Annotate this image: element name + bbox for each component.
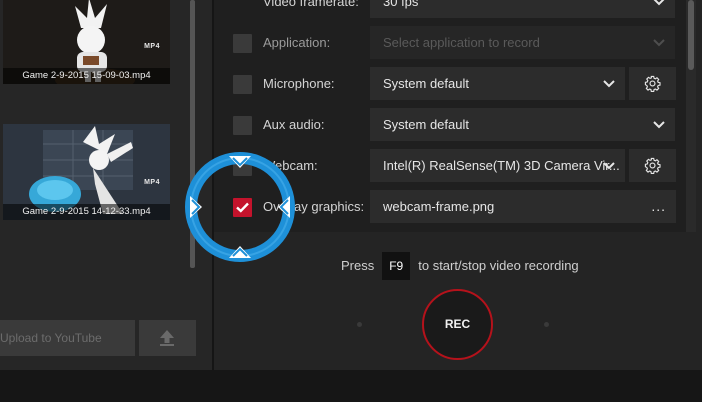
chevron-down-icon — [603, 162, 615, 170]
scrollbar-thumb[interactable] — [688, 0, 694, 70]
video-thumbnail-2[interactable]: MP4 Game 2-9-2015 14-12-33.mp4 — [3, 124, 170, 220]
microphone-settings-button[interactable] — [629, 67, 676, 100]
check-icon — [236, 202, 249, 213]
overlay-graphics-checkbox[interactable] — [233, 198, 252, 217]
settings-list: Video framerate: 30 fps Application: Sel… — [214, 0, 686, 232]
setting-row-overlay-graphics: Overlay graphics: webcam-frame.png ... — [214, 186, 686, 227]
microphone-dropdown[interactable]: System default — [370, 67, 625, 100]
gear-icon — [644, 75, 661, 92]
hotkey-badge: F9 — [382, 252, 411, 280]
format-badge: MP4 — [144, 179, 160, 186]
webcam-settings-button[interactable] — [629, 149, 676, 182]
hint-prefix: Press — [341, 258, 375, 273]
application-checkbox[interactable] — [233, 34, 252, 53]
setting-label: Microphone: — [263, 76, 335, 91]
browse-file-button[interactable]: ... — [651, 190, 666, 223]
upload-button[interactable] — [139, 320, 196, 356]
chevron-down-icon — [603, 80, 615, 88]
library-scrollbar[interactable] — [190, 0, 195, 268]
setting-row-aux-audio: Aux audio: System default — [214, 104, 686, 145]
setting-row-framerate: Video framerate: 30 fps — [214, 0, 686, 22]
dropdown-value: System default — [383, 117, 469, 132]
dropdown-value: Intel(R) RealSense(TM) 3D Camera Vir... — [383, 158, 620, 173]
dropdown-value: System default — [383, 76, 469, 91]
upload-arrow-icon — [160, 330, 174, 346]
hint-suffix: to start/stop video recording — [418, 258, 579, 273]
indicator-dot — [544, 322, 549, 327]
setting-label: Application: — [263, 35, 331, 50]
setting-row-application: Application: Select application to recor… — [214, 22, 686, 63]
aux-audio-dropdown[interactable]: System default — [370, 108, 675, 141]
setting-label: Video framerate: — [263, 0, 359, 9]
setting-label: Aux audio: — [263, 117, 325, 132]
hotkey-hint: Press F9 to start/stop video recording — [341, 252, 579, 280]
gear-icon — [644, 157, 661, 174]
recording-settings-panel: Video framerate: 30 fps Application: Sel… — [214, 0, 702, 370]
format-badge: MP4 — [144, 43, 160, 50]
framerate-dropdown[interactable]: 30 fps — [370, 0, 675, 18]
status-bar — [0, 370, 702, 402]
chevron-down-icon — [653, 121, 665, 129]
microphone-checkbox[interactable] — [233, 75, 252, 94]
setting-label: Overlay graphics: — [263, 199, 365, 214]
video-thumbnail-1[interactable]: MP4 Game 2-9-2015 15-09-03.mp4 — [3, 0, 170, 84]
chevron-down-icon — [653, 0, 665, 6]
webcam-dropdown[interactable]: Intel(R) RealSense(TM) 3D Camera Vir... — [370, 149, 625, 182]
video-filename: Game 2-9-2015 14-12-33.mp4 — [3, 204, 170, 220]
settings-scrollbar[interactable] — [686, 0, 696, 232]
setting-row-microphone: Microphone: System default — [214, 63, 686, 104]
chevron-down-icon — [653, 39, 665, 47]
webcam-checkbox[interactable] — [233, 157, 252, 176]
video-filename: Game 2-9-2015 15-09-03.mp4 — [3, 68, 170, 84]
setting-row-webcam: Webcam: Intel(R) RealSense(TM) 3D Camera… — [214, 145, 686, 186]
video-library-panel: MP4 Game 2-9-2015 15-09-03.mp4 MP4 Game … — [0, 0, 212, 370]
dropdown-value: Select application to record — [383, 35, 540, 50]
setting-label: Webcam: — [263, 158, 318, 173]
aux-audio-checkbox[interactable] — [233, 116, 252, 135]
overlay-file-field[interactable]: webcam-frame.png ... — [370, 190, 676, 223]
indicator-dot — [357, 322, 362, 327]
record-button[interactable]: REC — [422, 289, 493, 360]
application-dropdown[interactable]: Select application to record — [370, 26, 675, 59]
overlay-file-name: webcam-frame.png — [383, 199, 495, 214]
upload-to-youtube-button[interactable]: Upload to YouTube — [0, 320, 135, 356]
dropdown-value: 30 fps — [383, 0, 419, 9]
